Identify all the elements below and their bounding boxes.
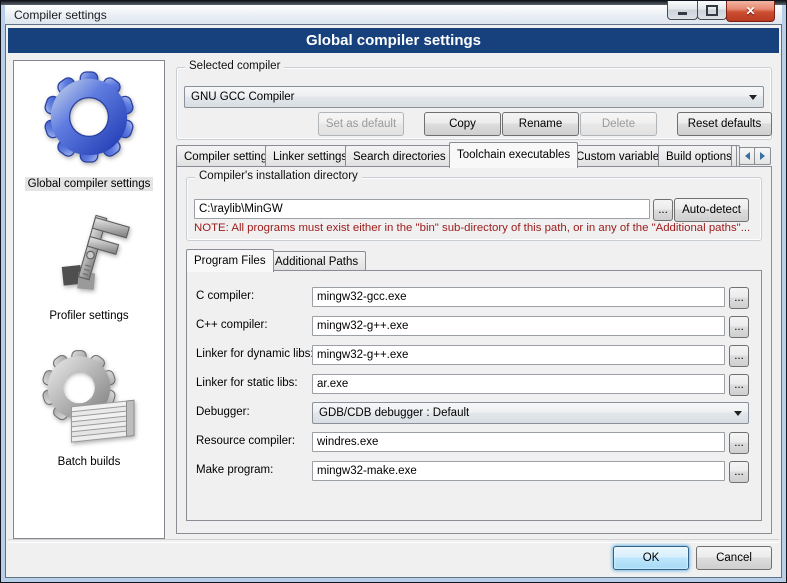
sidebar-item-label: Global compiler settings [25, 177, 154, 191]
debugger-select[interactable]: GDB/CDB debugger : Default [312, 402, 749, 424]
compiler-select[interactable]: GNU GCC Compiler [184, 86, 764, 108]
make-program-label: Make program: [196, 464, 273, 476]
sidebar-item-label: Profiler settings [46, 309, 131, 323]
close-icon: ✕ [745, 4, 755, 18]
sidebar-item-global-compiler-settings[interactable]: Global compiler settings [14, 67, 164, 192]
installation-directory-input[interactable] [194, 199, 650, 219]
linker-static-input[interactable] [312, 374, 725, 394]
compiler-settings-dialog: Compiler settings ✕ Global compiler sett… [0, 0, 787, 583]
cancel-button[interactable]: Cancel [696, 546, 772, 570]
resource-compiler-label: Resource compiler: [196, 435, 295, 447]
make-program-input[interactable] [312, 461, 725, 481]
tab-linker-settings[interactable]: Linker settings [265, 145, 355, 168]
browse-resource-compiler-button[interactable]: ... [729, 432, 749, 454]
browse-make-program-button[interactable]: ... [729, 461, 749, 483]
window-controls: ✕ [668, 1, 775, 22]
browse-cpp-compiler-button[interactable]: ... [729, 316, 749, 338]
auto-detect-button[interactable]: Auto-detect [674, 198, 749, 222]
linker-dynamic-input[interactable] [312, 345, 725, 365]
maximize-icon [706, 5, 718, 16]
installation-note: NOTE: All programs must exist either in … [194, 222, 750, 234]
browse-c-compiler-button[interactable]: ... [729, 287, 749, 309]
set-as-default-button[interactable]: Set as default [318, 112, 404, 136]
close-button[interactable]: ✕ [726, 1, 775, 22]
c-compiler-input[interactable] [312, 287, 725, 307]
delete-button[interactable]: Delete [580, 112, 657, 136]
browse-directory-button[interactable]: ... [653, 199, 673, 221]
gray-gear-stack-icon [39, 345, 139, 445]
reset-defaults-button[interactable]: Reset defaults [677, 112, 772, 136]
ok-button[interactable]: OK [613, 546, 689, 570]
copy-button[interactable]: Copy [424, 112, 501, 136]
tab-toolchain-executables[interactable]: Toolchain executables [449, 142, 578, 168]
sidebar-item-batch-builds[interactable]: Batch builds [14, 345, 164, 470]
settings-category-list: Global compiler settings [13, 60, 165, 539]
program-files-panel [186, 270, 762, 521]
sidebar-item-label: Batch builds [55, 455, 124, 469]
debugger-label: Debugger: [196, 406, 250, 418]
resource-compiler-input[interactable] [312, 432, 725, 452]
arrow-left-icon [745, 152, 750, 160]
browse-linker-dynamic-button[interactable]: ... [729, 345, 749, 367]
tab-overflow-sliver [731, 145, 737, 168]
sidebar-item-profiler-settings[interactable]: Profiler settings [14, 211, 164, 324]
tab-search-directories[interactable]: Search directories [345, 145, 454, 168]
subtab-program-files[interactable]: Program Files [186, 249, 274, 272]
window-title: Compiler settings [14, 8, 107, 22]
browse-linker-static-button[interactable]: ... [729, 374, 749, 396]
maximize-button[interactable] [697, 1, 727, 20]
tab-scroll-right-button[interactable] [754, 147, 771, 165]
footer-divider [8, 539, 779, 543]
page-title: Global compiler settings [8, 28, 779, 53]
title-bar[interactable]: Compiler settings [5, 5, 782, 24]
arrow-right-icon [760, 152, 765, 160]
subtab-additional-paths[interactable]: Additional Paths [267, 251, 366, 272]
selected-compiler-group-label: Selected compiler [185, 60, 284, 72]
chevron-down-icon [734, 411, 742, 416]
compiler-select-value: GNU GCC Compiler [191, 91, 295, 103]
linker-dynamic-label: Linker for dynamic libs: [196, 348, 314, 360]
blue-gear-icon [39, 67, 139, 167]
linker-static-label: Linker for static libs: [196, 377, 298, 389]
c-compiler-label: C compiler: [196, 290, 254, 302]
minimize-icon [678, 12, 687, 15]
caliper-icon [45, 211, 133, 299]
debugger-select-value: GDB/CDB debugger : Default [319, 407, 469, 419]
tab-build-options[interactable]: Build options [658, 145, 740, 168]
chevron-down-icon [749, 95, 757, 100]
installation-directory-group-label: Compiler's installation directory [195, 170, 362, 182]
cpp-compiler-label: C++ compiler: [196, 319, 268, 331]
cpp-compiler-input[interactable] [312, 316, 725, 336]
rename-button[interactable]: Rename [502, 112, 579, 136]
minimize-button[interactable] [667, 1, 698, 20]
